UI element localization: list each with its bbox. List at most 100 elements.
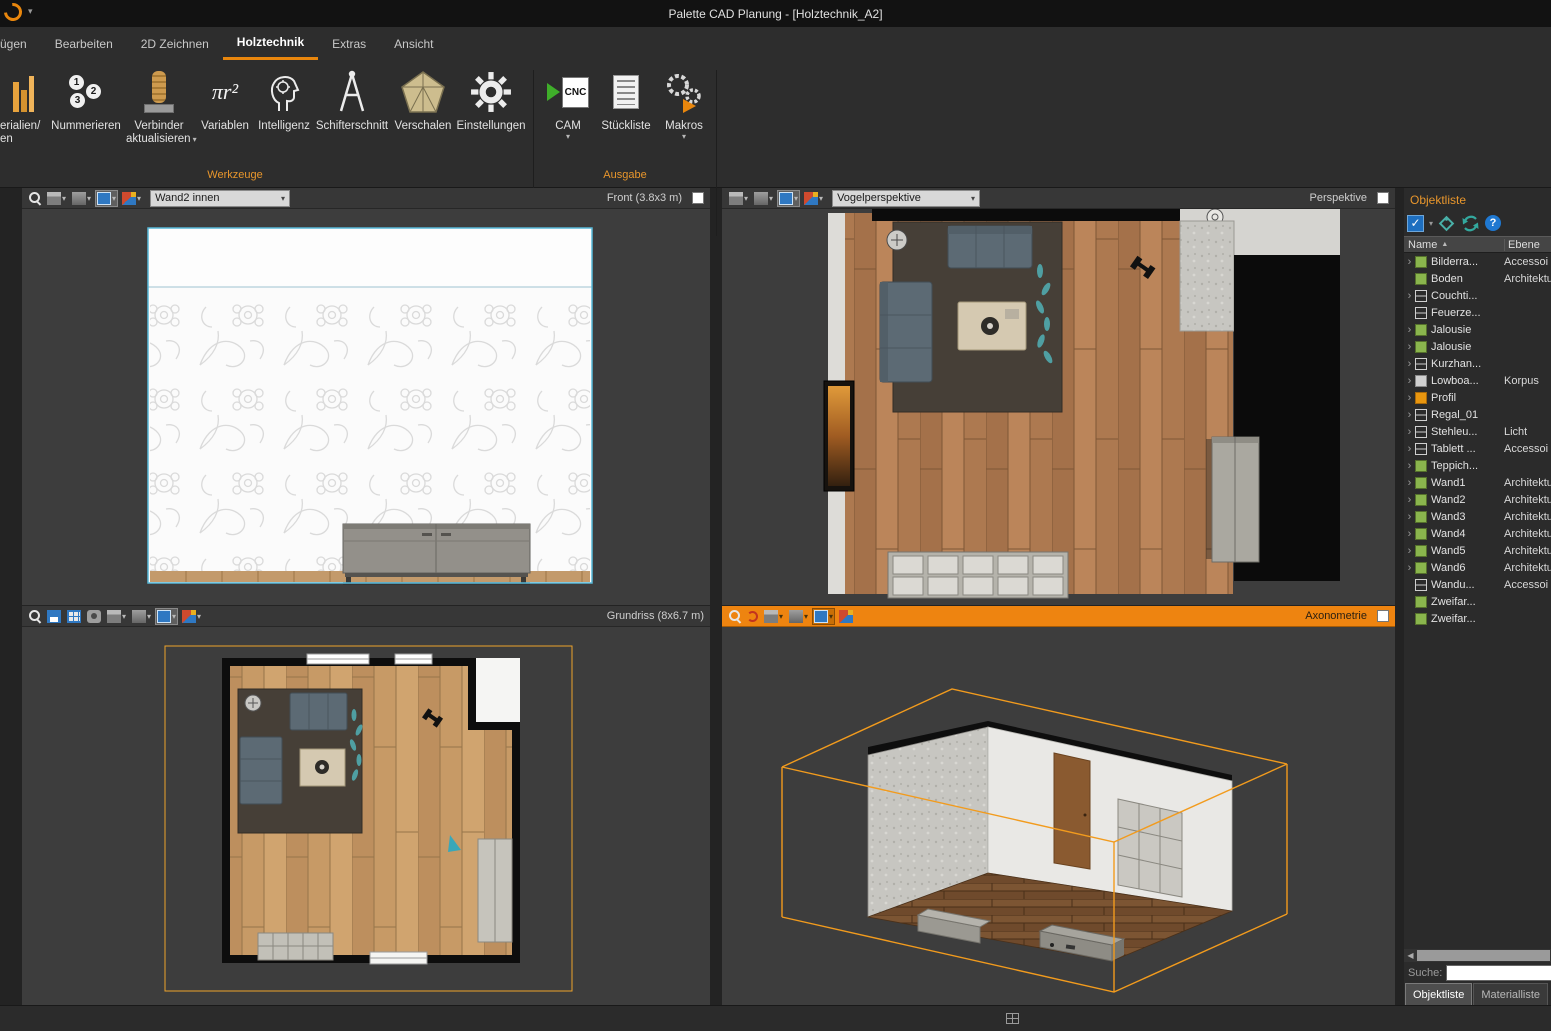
orientation-cube-icon[interactable]: ▾ [46, 191, 67, 206]
scroll-left-icon[interactable]: ◀ [1404, 951, 1417, 960]
plan-view-canvas[interactable] [22, 627, 710, 1005]
ribbon-tool-schifterschnitt[interactable]: Schifterschnitt [314, 64, 390, 133]
panel-tab-materialliste[interactable]: Materialliste [1473, 983, 1548, 1005]
expand-chevron-icon[interactable]: › [1404, 324, 1415, 336]
object-list-row[interactable]: ›Wand1Architektu [1404, 474, 1551, 491]
quick-access-caret-icon[interactable]: ▾ [28, 6, 33, 17]
camera-icon[interactable] [86, 609, 102, 624]
wall-select[interactable]: Wand2 innen▾ [150, 190, 290, 207]
view-checkbox[interactable] [692, 192, 704, 204]
object-list-row[interactable]: ›Couchti... [1404, 287, 1551, 304]
object-list-row[interactable]: Wandu...Accessoi [1404, 576, 1551, 593]
active-view-icon[interactable]: ▾ [156, 609, 177, 624]
expand-chevron-icon[interactable]: › [1404, 426, 1415, 438]
expand-chevron-icon[interactable]: › [1404, 460, 1415, 472]
expand-chevron-icon[interactable]: › [1404, 562, 1415, 574]
object-list-row[interactable]: ›Wand6Architektu [1404, 559, 1551, 576]
expand-chevron-icon[interactable]: › [1404, 256, 1415, 268]
expand-chevron-icon[interactable]: › [1404, 494, 1415, 506]
zoom-icon[interactable] [28, 191, 42, 205]
dropdown-caret-icon[interactable]: ▾ [1429, 219, 1433, 228]
object-list-row[interactable]: ›Kurzhan... [1404, 355, 1551, 372]
object-list-row[interactable]: ›Jalousie [1404, 338, 1551, 355]
expand-chevron-icon[interactable]: › [1404, 358, 1415, 370]
orientation-cube-icon[interactable]: ▾ [728, 191, 749, 206]
materials-icon[interactable]: ▾ [181, 609, 202, 624]
ribbon-tool-makros[interactable]: Makros ▾ [660, 64, 708, 141]
rotate-view-icon[interactable] [746, 610, 759, 623]
shading-icon[interactable]: ▾ [788, 609, 809, 624]
object-list-row[interactable]: Feuerze... [1404, 304, 1551, 321]
expand-chevron-icon[interactable]: › [1404, 409, 1415, 421]
object-list-row[interactable]: Zweifar... [1404, 593, 1551, 610]
axonometric-view-canvas[interactable] [722, 627, 1395, 1005]
expand-chevron-icon[interactable]: › [1404, 511, 1415, 523]
active-view-icon[interactable]: ▾ [96, 191, 117, 206]
menu-item-2d-zeichnen[interactable]: 2D Zeichnen [127, 27, 223, 60]
active-view-icon[interactable]: ▾ [778, 191, 799, 206]
menu-item-ansicht[interactable]: Ansicht [380, 27, 447, 60]
expand-chevron-icon[interactable]: › [1404, 545, 1415, 557]
expand-chevron-icon[interactable]: › [1404, 443, 1415, 455]
active-view-icon[interactable]: ▾ [813, 609, 834, 624]
help-icon[interactable]: ? [1485, 215, 1501, 231]
orientation-cube-icon[interactable]: ▾ [763, 609, 784, 624]
expand-chevron-icon[interactable]: › [1404, 290, 1415, 302]
object-list-row[interactable]: BodenArchitektu [1404, 270, 1551, 287]
shading-icon[interactable]: ▾ [131, 609, 152, 624]
orientation-cube-icon[interactable]: ▾ [106, 609, 127, 624]
menu-item-extras[interactable]: Extras [318, 27, 380, 60]
shading-icon[interactable]: ▾ [753, 191, 774, 206]
object-list-row[interactable]: ›Bilderra...Accessoi [1404, 253, 1551, 270]
front-view-canvas[interactable] [22, 209, 710, 605]
object-list-row[interactable]: ›Teppich... [1404, 457, 1551, 474]
ribbon-tool-verschalen[interactable]: Verschalen [392, 64, 454, 133]
save-view-icon[interactable] [46, 609, 62, 624]
zoom-icon[interactable] [28, 609, 42, 623]
ribbon-tool-verbinder-aktualisieren[interactable]: Verbinder aktualisieren▾ [126, 64, 192, 146]
ribbon-tool-nummerieren[interactable]: 1 3 2 Nummerieren [48, 64, 124, 133]
object-list-row[interactable]: ›Jalousie [1404, 321, 1551, 338]
menu-item-ügen[interactable]: ügen [0, 27, 41, 60]
object-list-row[interactable]: ›Tablett ...Accessoi [1404, 440, 1551, 457]
horizontal-scrollbar[interactable]: ◀ [1404, 949, 1551, 962]
object-list-row[interactable]: ›Wand5Architektu [1404, 542, 1551, 559]
object-list-row[interactable]: ›Wand3Architektu [1404, 508, 1551, 525]
expand-chevron-icon[interactable]: › [1404, 528, 1415, 540]
perspective-select[interactable]: Vogelperspektive▾ [832, 190, 980, 207]
object-list-row[interactable]: ›Wand2Architektu [1404, 491, 1551, 508]
materials-icon[interactable]: ▾ [121, 191, 142, 206]
materials-icon[interactable]: ▾ [803, 191, 824, 206]
refresh-icon[interactable] [1461, 215, 1480, 232]
zoom-icon[interactable] [728, 609, 742, 623]
layout-grid-icon[interactable] [1006, 1013, 1019, 1024]
object-list-row[interactable]: ›Lowboa...Korpus [1404, 372, 1551, 389]
panel-tab-objektliste[interactable]: Objektliste [1405, 983, 1472, 1005]
object-list-row[interactable]: ›Profil [1404, 389, 1551, 406]
scrollbar-thumb[interactable] [1417, 950, 1550, 961]
object-list-row[interactable]: ›Wand4Architektu [1404, 525, 1551, 542]
ribbon-tool-intelligenz[interactable]: Intelligenz [256, 64, 312, 133]
tag-icon[interactable] [1438, 215, 1456, 232]
search-input[interactable] [1446, 965, 1551, 981]
expand-chevron-icon[interactable]: › [1404, 375, 1415, 387]
menu-item-bearbeiten[interactable]: Bearbeiten [41, 27, 127, 60]
ribbon-tool-stueckliste[interactable]: Stückliste [596, 64, 656, 133]
menu-item-holztechnik[interactable]: Holztechnik [223, 27, 318, 60]
materials-icon[interactable] [838, 609, 854, 624]
perspective-view-canvas[interactable] [722, 209, 1395, 605]
view-checkbox[interactable] [1377, 192, 1389, 204]
grid-icon[interactable] [66, 609, 82, 624]
expand-chevron-icon[interactable]: › [1404, 477, 1415, 489]
visibility-checkbox-icon[interactable]: ✓ [1407, 215, 1424, 232]
ribbon-tool-einstellungen[interactable]: Einstellungen [456, 64, 526, 133]
view-checkbox[interactable] [1377, 610, 1389, 622]
ribbon-tool-cam[interactable]: CNC CAM ▾ [546, 64, 590, 141]
column-header-ebene[interactable]: Ebene [1505, 239, 1551, 251]
ribbon-tool-materialien[interactable]: erialien/en [0, 64, 46, 146]
ribbon-tool-variablen[interactable]: πr² Variablen [196, 64, 254, 133]
object-list-row[interactable]: ›Regal_01 [1404, 406, 1551, 423]
expand-chevron-icon[interactable]: › [1404, 341, 1415, 353]
shading-icon[interactable]: ▾ [71, 191, 92, 206]
expand-chevron-icon[interactable]: › [1404, 392, 1415, 404]
